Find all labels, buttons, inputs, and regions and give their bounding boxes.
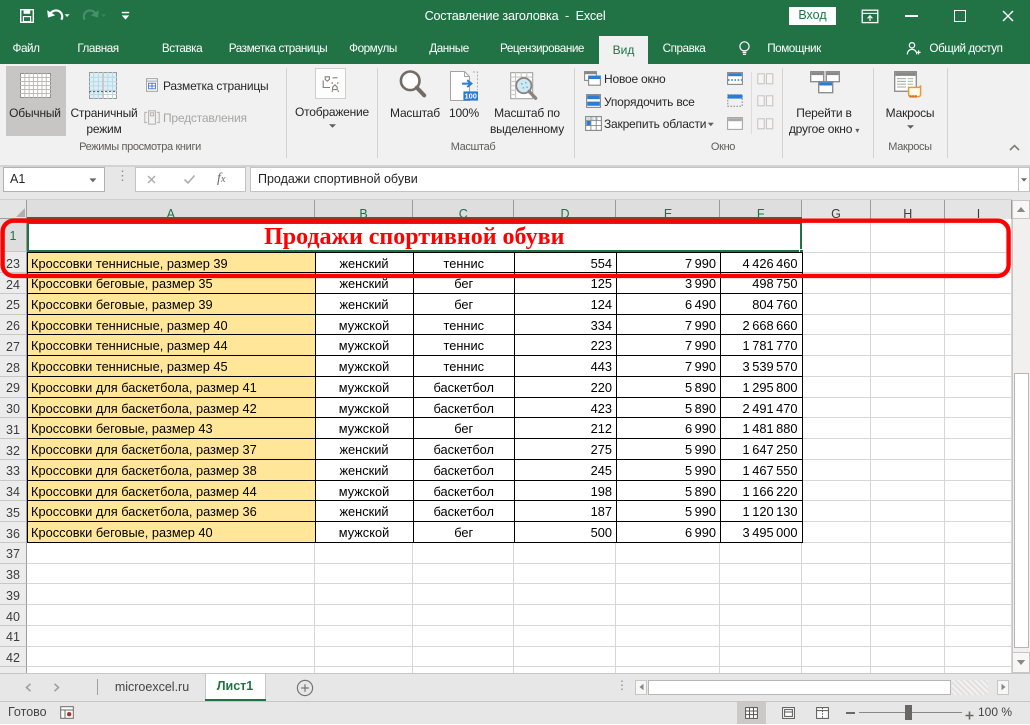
svg-text:100: 100 bbox=[464, 92, 477, 101]
